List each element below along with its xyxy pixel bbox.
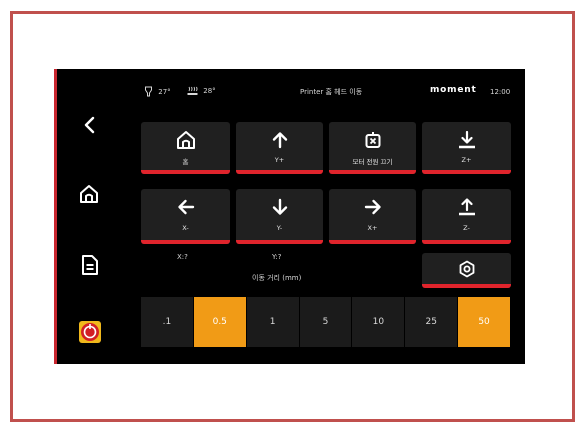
tile-accent xyxy=(329,240,416,244)
home-icon xyxy=(80,185,98,203)
chevron-left-icon xyxy=(84,116,95,134)
x-minus-label: X- xyxy=(182,224,189,232)
home-nav-button[interactable] xyxy=(78,183,100,205)
step-option-25[interactable]: 25 xyxy=(405,297,458,347)
document-icon xyxy=(82,255,98,275)
z-minus-button[interactable]: Z- xyxy=(422,189,511,244)
home-icon xyxy=(176,131,195,149)
y-plus-label: Y+ xyxy=(274,156,285,164)
tile-accent xyxy=(236,170,323,174)
nozzle-icon xyxy=(145,86,152,97)
nozzle-temp: 27° xyxy=(144,86,171,97)
arrow-up-icon xyxy=(272,132,287,149)
move-distance-label: 이동 거리 (mm) xyxy=(252,274,302,282)
step-option-50[interactable]: 50 xyxy=(458,297,510,347)
z-down-icon xyxy=(458,131,475,149)
tile-accent xyxy=(141,170,230,174)
bed-temp-value: 28° xyxy=(203,87,216,95)
files-button[interactable] xyxy=(79,253,101,277)
z-plus-button[interactable]: Z+ xyxy=(422,122,511,174)
page-title: Printer 홈 헤드 이동 xyxy=(300,88,363,96)
back-button[interactable] xyxy=(79,114,101,136)
y-position: Y:? xyxy=(272,253,282,261)
x-minus-button[interactable]: X- xyxy=(141,189,230,244)
z-plus-label: Z+ xyxy=(461,156,472,164)
step-option-_1[interactable]: .1 xyxy=(141,297,193,347)
tile-accent xyxy=(422,170,511,174)
step-option-10[interactable]: 10 xyxy=(352,297,405,347)
brand-logo: moment xyxy=(430,85,477,95)
step-option-1[interactable]: 1 xyxy=(246,297,299,347)
motor-off-label: 모터 전원 끄기 xyxy=(352,158,393,166)
tile-accent xyxy=(236,240,323,244)
z-minus-label: Z- xyxy=(463,224,470,232)
tile-accent xyxy=(329,170,416,174)
gear-icon xyxy=(459,260,474,278)
tile-accent xyxy=(422,240,511,244)
step-option-0_5[interactable]: 0.5 xyxy=(193,297,246,347)
screen-accent-stripe xyxy=(54,69,57,364)
y-plus-button[interactable]: Y+ xyxy=(236,122,323,174)
y-minus-button[interactable]: Y- xyxy=(236,189,323,244)
motor-off-icon xyxy=(365,132,380,148)
x-plus-button[interactable]: X+ xyxy=(329,189,416,244)
settings-button[interactable] xyxy=(422,253,511,288)
home-button-label: 홈 xyxy=(182,158,189,166)
home-button[interactable]: 홈 xyxy=(141,122,230,174)
z-up-icon xyxy=(458,198,475,216)
nozzle-temp-value: 27° xyxy=(158,87,171,96)
heated-bed-icon xyxy=(187,86,198,95)
tile-accent xyxy=(141,240,230,244)
x-position: X:? xyxy=(177,253,188,261)
tile-accent xyxy=(422,284,511,288)
emergency-stop-button[interactable] xyxy=(78,320,102,344)
arrow-left-icon xyxy=(177,199,194,215)
bed-temp: 28° xyxy=(187,86,216,96)
clock: 12:00 xyxy=(490,88,511,96)
motor-off-button[interactable]: 모터 전원 끄기 xyxy=(329,122,416,174)
y-minus-label: Y- xyxy=(276,224,283,232)
emergency-stop-icon xyxy=(79,321,101,343)
x-plus-label: X+ xyxy=(367,224,378,232)
arrow-right-icon xyxy=(364,199,381,215)
arrow-down-icon xyxy=(272,198,287,215)
step-option-5[interactable]: 5 xyxy=(299,297,352,347)
